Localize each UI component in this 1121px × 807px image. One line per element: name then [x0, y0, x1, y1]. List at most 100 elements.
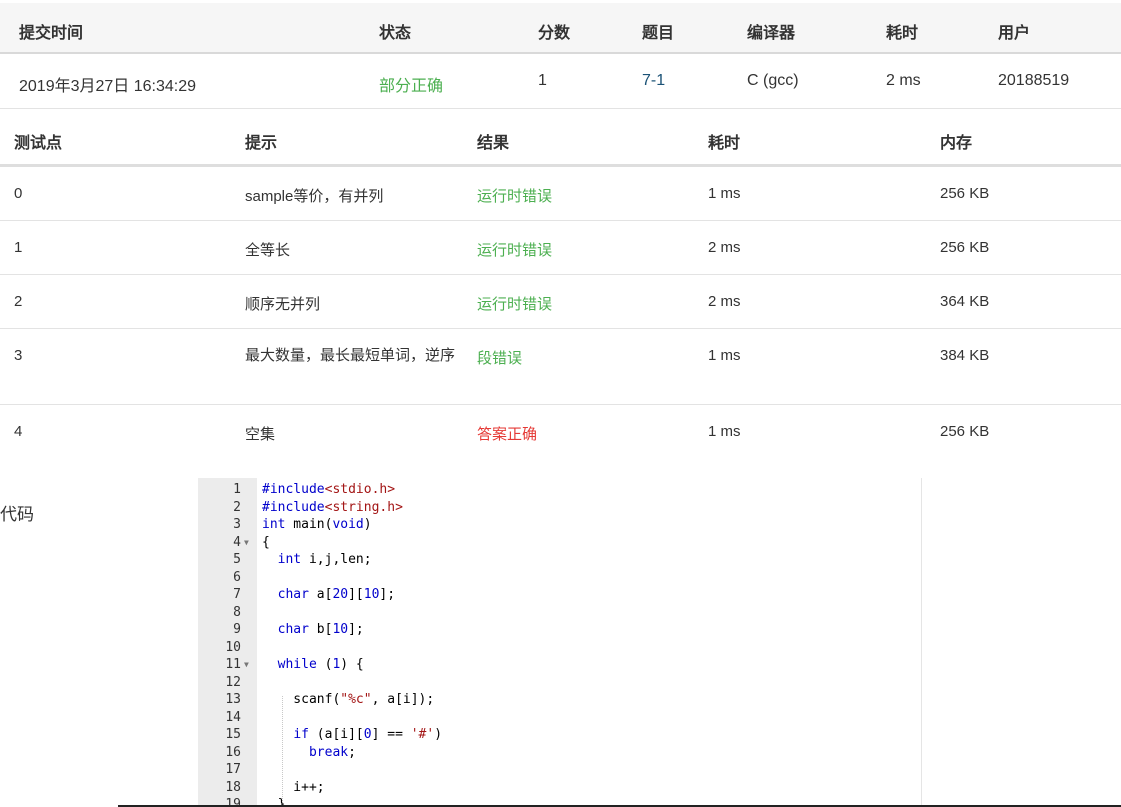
header-hint: 提示 [245, 135, 278, 152]
testcase-row: 2 顺序无并列 运行时错误 2 ms 364 KB [0, 275, 1121, 329]
testcase-memory: 256 KB [940, 423, 990, 440]
line-number: 13 [225, 692, 241, 707]
testcase-hint: 顺序无并列 [245, 296, 321, 313]
code-line: 5 int i,j,len; [198, 551, 921, 569]
testcase-time: 2 ms [708, 293, 741, 310]
status-badge: 部分正确 [379, 78, 444, 95]
testcase-time: 2 ms [708, 239, 741, 256]
code-text: break; [308, 744, 356, 760]
testcase-row: 3 最大数量，最长最短单词，逆序 段错误 1 ms 384 KB [0, 329, 1121, 405]
code-text: { [262, 534, 270, 550]
line-number: 4 [233, 534, 241, 550]
header-problem: 题目 [642, 25, 675, 42]
line-number: 5 [233, 552, 241, 567]
code-line: 16 break; [198, 744, 921, 762]
fold-arrow-icon[interactable]: ▼ [244, 656, 249, 674]
testcase-time: 1 ms [708, 185, 741, 202]
user-value: 20188519 [998, 72, 1070, 89]
testcase-memory: 384 KB [940, 347, 990, 364]
testcase-row: 1 全等长 运行时错误 2 ms 256 KB [0, 221, 1121, 275]
score-value: 1 [538, 72, 547, 89]
code-text: #include<string.h> [262, 499, 403, 515]
testcase-hint: 空集 [245, 426, 276, 443]
testcase-time: 1 ms [708, 423, 741, 440]
code-text: int main(void) [262, 517, 372, 532]
code-text: while (1) { [277, 657, 364, 672]
code-text: char b[10]; [277, 622, 364, 637]
code-line: 17 [198, 761, 921, 779]
code-text: if (a[i][0] == '#') [293, 727, 443, 742]
testcase-result: 段错误 [477, 350, 523, 367]
testcase-result: 运行时错误 [477, 188, 553, 205]
line-number: 15 [225, 727, 241, 742]
line-number: 12 [225, 674, 241, 690]
line-number: 8 [233, 604, 241, 620]
problem-link[interactable]: 7-1 [642, 72, 665, 90]
header-result: 结果 [477, 135, 510, 152]
code-line: 12 [198, 674, 921, 692]
line-number: 14 [225, 709, 241, 725]
code-line: 11 ▼ while (1) { [198, 656, 921, 674]
testcase-header-row: 测试点 提示 结果 耗时 内存 [0, 109, 1121, 167]
code-line: 10 [198, 639, 921, 657]
elapsed-value: 2 ms [886, 72, 921, 89]
line-number: 1 [233, 482, 241, 497]
code-line: 8 [198, 604, 921, 622]
code-line: 2 #include<string.h> [198, 499, 921, 517]
testcase-hint: sample等价，有并列 [245, 188, 384, 205]
submission-header-row: 提交时间 状态 分数 题目 编译器 耗时 用户 [0, 3, 1121, 54]
line-number: 11 [225, 657, 241, 672]
testcase-id: 0 [14, 185, 23, 202]
code-line: 14 [198, 709, 921, 727]
line-number: 9 [233, 622, 241, 637]
submit-time: 2019年3月27日 16:34:29 [19, 78, 197, 95]
code-line: 9 char b[10]; [198, 621, 921, 639]
header-submit-time: 提交时间 [19, 25, 84, 42]
line-number: 2 [233, 499, 241, 515]
code-editor[interactable]: 1 #include<stdio.h> 2 #include<string.h> 3 in… [198, 478, 922, 807]
code-line: 3 int main(void) [198, 516, 921, 534]
code-line: 15 if (a[i][0] == '#') [198, 726, 921, 744]
code-text: int i,j,len; [277, 552, 372, 567]
code-text: #include<stdio.h> [262, 482, 396, 497]
code-line: 18 i++; [198, 779, 921, 797]
header-time: 耗时 [708, 135, 741, 152]
code-label: 代码 [0, 505, 34, 524]
testcase-result: 运行时错误 [477, 296, 553, 313]
testcase-time: 1 ms [708, 347, 741, 364]
testcase-result: 运行时错误 [477, 242, 553, 259]
testcase-memory: 256 KB [940, 185, 990, 202]
compiler-value: C (gcc) [747, 72, 799, 89]
header-elapsed: 耗时 [886, 25, 919, 42]
code-line: 4 ▼ { [198, 534, 921, 552]
code-line: 7 char a[20][10]; [198, 586, 921, 604]
submission-row: 2019年3月27日 16:34:29 部分正确 1 7-1 C (gcc) 2… [0, 54, 1121, 109]
line-number: 6 [233, 569, 241, 585]
testcase-memory: 364 KB [940, 293, 990, 310]
header-memory: 内存 [940, 135, 973, 152]
testcase-hint: 全等长 [245, 242, 291, 259]
fold-arrow-icon[interactable]: ▼ [244, 534, 249, 552]
code-text: scanf("%c", a[i]); [262, 692, 435, 707]
testcase-result: 答案正确 [477, 426, 538, 443]
code-line: 1 #include<stdio.h> [198, 481, 921, 499]
line-number: 3 [233, 517, 241, 532]
testcase-id: 1 [14, 239, 23, 256]
header-user: 用户 [998, 25, 1031, 42]
code-line: 6 [198, 569, 921, 587]
testcase-id: 3 [14, 347, 23, 364]
testcase-row: 4 空集 答案正确 1 ms 256 KB [0, 405, 1121, 459]
header-status: 状态 [379, 25, 412, 42]
header-score: 分数 [538, 25, 571, 42]
code-text: i++; [262, 779, 325, 795]
code-line: 13 scanf("%c", a[i]); [198, 691, 921, 709]
testcase-memory: 256 KB [940, 239, 990, 256]
testcase-hint: 最大数量，最长最短单词，逆序 [245, 347, 456, 364]
line-number: 16 [225, 744, 241, 760]
line-number: 7 [233, 587, 241, 602]
testcase-id: 4 [14, 423, 23, 440]
testcase-id: 2 [14, 293, 23, 310]
line-number: 18 [225, 779, 241, 795]
header-compiler: 编译器 [747, 25, 796, 42]
testcase-row: 0 sample等价，有并列 运行时错误 1 ms 256 KB [0, 167, 1121, 221]
